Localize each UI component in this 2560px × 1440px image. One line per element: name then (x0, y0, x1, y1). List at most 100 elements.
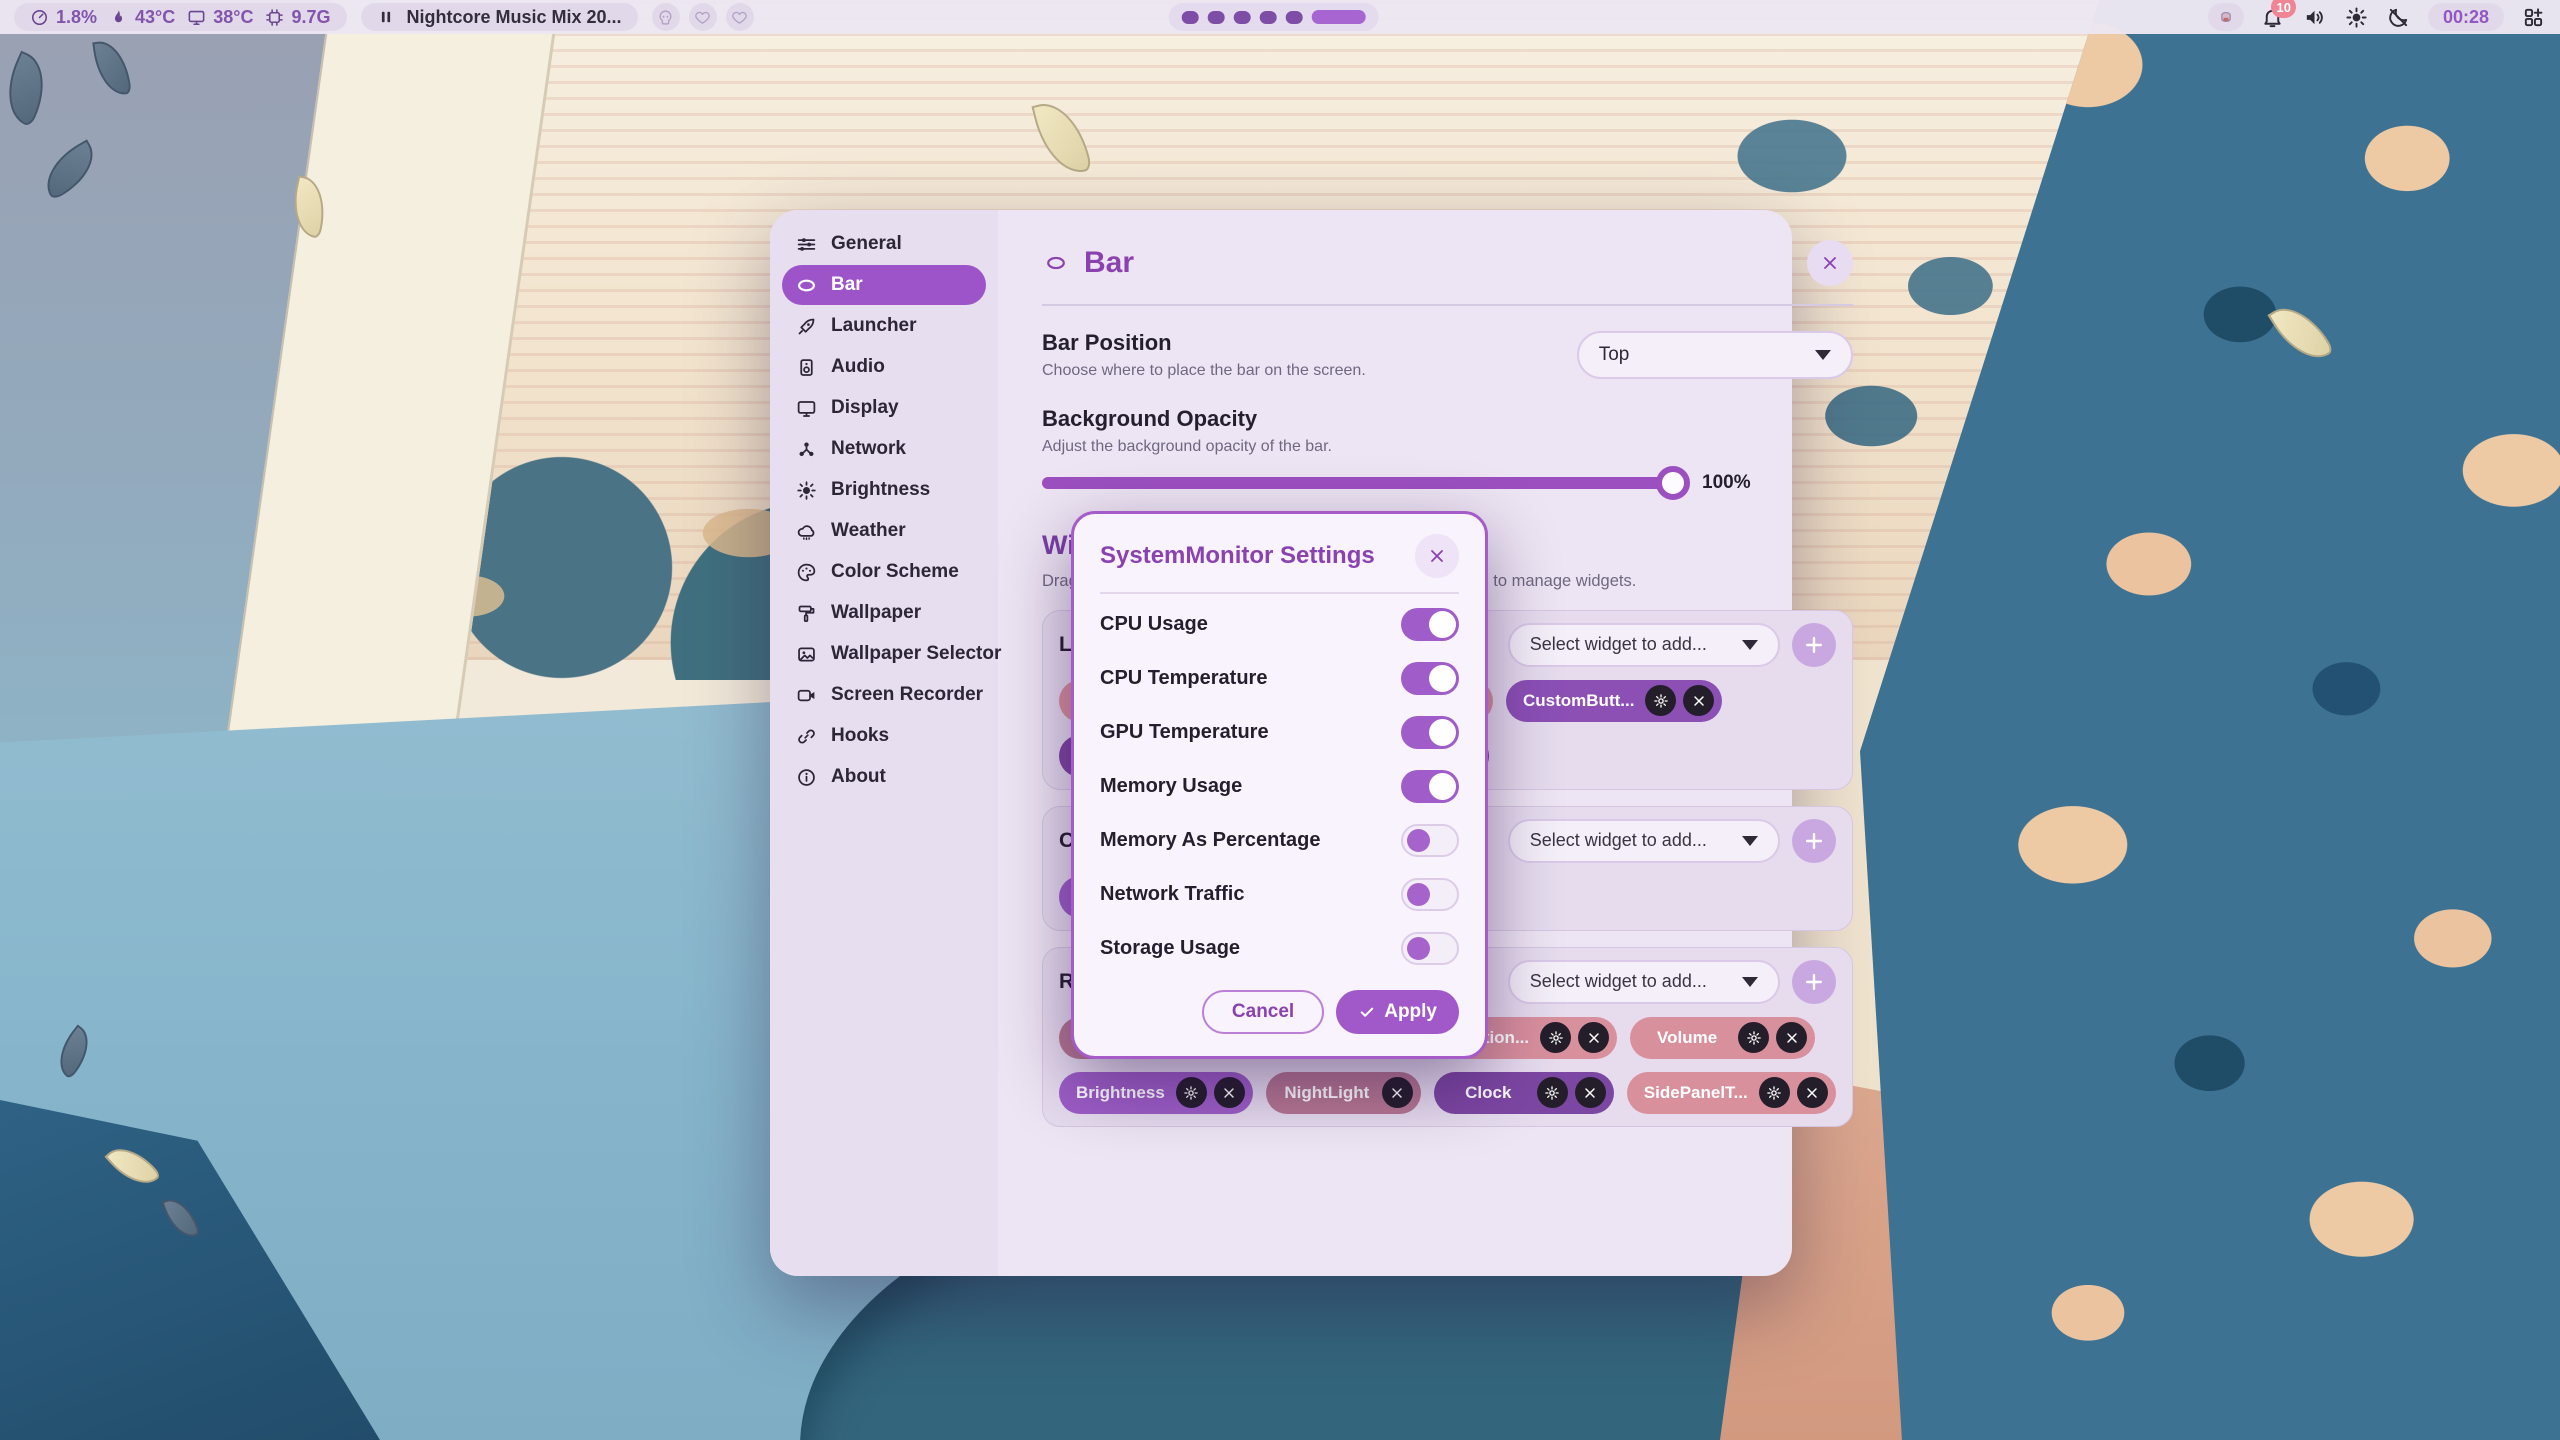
widget-chip-row: Brightness NightLight Clock SidePanelT... (1059, 1072, 1836, 1114)
add-widget-button[interactable] (1792, 623, 1836, 667)
heart-button[interactable] (689, 3, 717, 31)
chip-settings-button[interactable] (1645, 685, 1676, 716)
night-light-button[interactable] (2386, 4, 2412, 30)
heart-button[interactable] (726, 3, 754, 31)
chip-settings-button[interactable] (1540, 1022, 1571, 1053)
slider-knob[interactable] (1656, 466, 1690, 500)
add-widget-select[interactable]: Select widget to add... (1508, 623, 1780, 667)
widget-chip-nightlight[interactable]: NightLight (1266, 1072, 1421, 1114)
system-stats-pill[interactable]: 1.8%43°C38°C9.7G (14, 3, 347, 31)
widget-chip-custombutt[interactable]: CustomButt... (1506, 680, 1722, 722)
skull-button[interactable] (652, 3, 680, 31)
toggle-cpu-temperature[interactable] (1401, 662, 1459, 695)
toggle-storage-usage[interactable] (1401, 932, 1459, 965)
workspace-1[interactable] (1182, 11, 1199, 24)
add-widget-button[interactable] (1792, 819, 1836, 863)
add-widget-select[interactable]: Select widget to add... (1508, 960, 1780, 1004)
chip-remove-button[interactable] (1797, 1077, 1828, 1108)
apply-button[interactable]: Apply (1336, 990, 1459, 1034)
toggle-memory-as-percentage[interactable] (1401, 824, 1459, 857)
chip-settings-button[interactable] (1738, 1022, 1769, 1053)
toggle-row-cpu-usage: CPU Usage (1100, 600, 1459, 648)
flame-icon (109, 8, 128, 27)
add-widget-select[interactable]: Select widget to add... (1508, 819, 1780, 863)
chip-remove-button[interactable] (1575, 1077, 1606, 1108)
chip-settings-button[interactable] (1537, 1077, 1568, 1108)
window-close-button[interactable] (1807, 240, 1853, 286)
monitor-icon (187, 8, 206, 27)
toggle-knob (1429, 611, 1456, 638)
add-widget-button[interactable] (1792, 960, 1836, 1004)
workspace-5[interactable] (1286, 11, 1303, 24)
clock-pill[interactable]: 00:28 (2428, 3, 2504, 31)
widget-chip-clock[interactable]: Clock (1434, 1072, 1614, 1114)
media-pill[interactable]: Nightcore Music Mix 20... (361, 3, 638, 31)
tray-app-button[interactable] (2208, 3, 2244, 31)
sidebar-item-label: Color Scheme (831, 561, 959, 583)
sidebar-item-brightness[interactable]: Brightness (782, 470, 986, 510)
sidebar-item-label: Display (831, 397, 899, 419)
sidebar-item-label: Wallpaper (831, 602, 921, 624)
toggle-knob (1429, 665, 1456, 692)
toggle-memory-usage[interactable] (1401, 770, 1459, 803)
image-icon (796, 644, 817, 665)
volume-button[interactable] (2302, 4, 2328, 30)
sidebar-item-about[interactable]: About (782, 757, 986, 797)
close-icon (1427, 546, 1447, 566)
sidebar-item-label: Wallpaper Selector (831, 643, 1001, 665)
sidebar-item-network[interactable]: Network (782, 429, 986, 469)
chip-settings-button[interactable] (1176, 1077, 1207, 1108)
cancel-button[interactable]: Cancel (1202, 990, 1324, 1034)
palette-icon (796, 562, 817, 583)
stat-cpu-temperature: 43°C (109, 7, 175, 28)
close-icon (1221, 1085, 1237, 1101)
page-title: Bar (1084, 246, 1134, 280)
chip-remove-button[interactable] (1683, 685, 1714, 716)
workspaces-indicator[interactable] (1169, 3, 1379, 31)
sidebar-item-launcher[interactable]: Launcher (782, 306, 986, 346)
workspace-2[interactable] (1208, 11, 1225, 24)
dashboard-button[interactable] (2520, 4, 2546, 30)
workspace-6-active[interactable] (1312, 10, 1366, 24)
sidebar-item-hooks[interactable]: Hooks (782, 716, 986, 756)
chip-remove-button[interactable] (1776, 1022, 1807, 1053)
sidebar-item-wallpaper-selector[interactable]: Wallpaper Selector (782, 634, 986, 674)
sidebar-item-weather[interactable]: Weather (782, 511, 986, 551)
sidebar-item-bar[interactable]: Bar (782, 265, 986, 305)
sidebar-item-audio[interactable]: Audio (782, 347, 986, 387)
toggle-cpu-usage[interactable] (1401, 608, 1459, 641)
background-opacity-slider[interactable] (1042, 477, 1686, 489)
skull-icon (657, 9, 674, 26)
toggle-row-storage-usage: Storage Usage (1100, 924, 1459, 972)
widget-chip-sidepanelt[interactable]: SidePanelT... (1627, 1072, 1836, 1114)
sidebar-item-wallpaper[interactable]: Wallpaper (782, 593, 986, 633)
widget-chip-label: NightLight (1283, 1083, 1375, 1103)
widget-chip-brightness[interactable]: Brightness (1059, 1072, 1253, 1114)
sidebar-item-display[interactable]: Display (782, 388, 986, 428)
chip-remove-button[interactable] (1578, 1022, 1609, 1053)
toggle-knob (1407, 829, 1430, 852)
gear-icon (1653, 693, 1669, 709)
chevron-down-icon (1815, 350, 1831, 360)
background-opacity-value: 100% (1702, 472, 1751, 494)
toggle-gpu-temperature[interactable] (1401, 716, 1459, 749)
modal-close-button[interactable] (1415, 534, 1459, 578)
sidebar-item-screen-recorder[interactable]: Screen Recorder (782, 675, 986, 715)
workspace-4[interactable] (1260, 11, 1277, 24)
media-title: Nightcore Music Mix 20... (407, 7, 622, 28)
widget-chip-volume[interactable]: Volume (1630, 1017, 1815, 1059)
workspace-3[interactable] (1234, 11, 1251, 24)
sidebar-item-color-scheme[interactable]: Color Scheme (782, 552, 986, 592)
notifications-button[interactable]: 10 (2260, 4, 2286, 30)
toggle-label: GPU Temperature (1100, 721, 1401, 744)
chip-remove-button[interactable] (1214, 1077, 1245, 1108)
chip-settings-button[interactable] (1759, 1077, 1790, 1108)
stat-value: 38°C (213, 7, 253, 28)
sidebar-item-general[interactable]: General (782, 224, 986, 264)
brightness-button[interactable] (2344, 4, 2370, 30)
toggle-network-traffic[interactable] (1401, 878, 1459, 911)
close-icon (1820, 253, 1840, 273)
bar-position-select[interactable]: Top (1577, 331, 1853, 379)
chevron-down-icon (1742, 977, 1758, 987)
chip-remove-button[interactable] (1382, 1077, 1413, 1108)
